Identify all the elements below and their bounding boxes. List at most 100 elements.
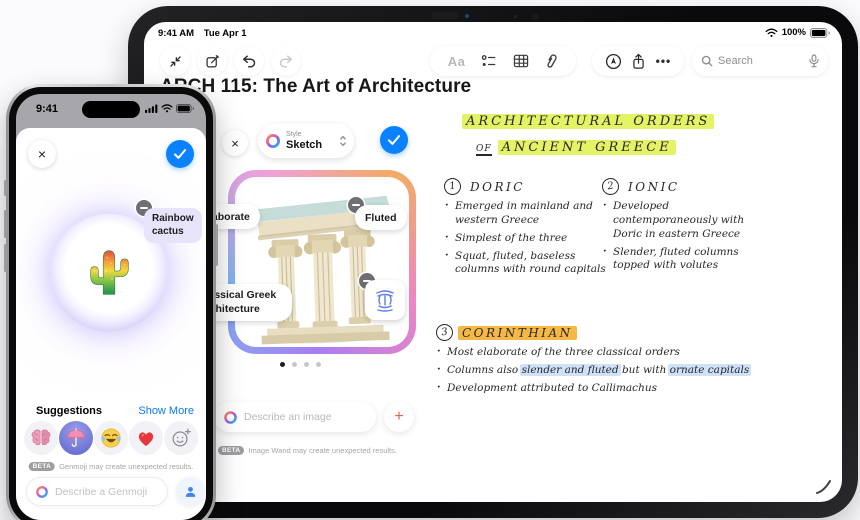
checklist-button[interactable]: [481, 54, 497, 68]
doric-number: 1: [442, 176, 463, 197]
image-wand-close-button[interactable]: ×: [222, 130, 248, 156]
redo-icon: [279, 55, 292, 68]
marketing-composite: 9:41 AM Tue Apr 1 100% Aa ••• Search ARC…: [0, 0, 860, 520]
battery-icon: [810, 27, 830, 38]
image-wand-placeholder: Describe an image: [244, 411, 332, 423]
column-sketch-icon: [376, 290, 394, 312]
ipad-sensor-dot-icon: [514, 15, 517, 18]
notes-toolbar-left: [160, 46, 301, 76]
notes-search-field[interactable]: Search: [692, 46, 828, 76]
apple-intelligence-icon: [266, 134, 280, 148]
dictation-mic-icon[interactable]: [809, 54, 819, 68]
genmoji-sheet: × Rainbow cactus Suggestions Show More B…: [16, 128, 206, 520]
share-button[interactable]: [631, 53, 646, 70]
iphone-bezel: 9:41 × Rainbow cactus Suggestions Show M…: [9, 87, 213, 520]
ionic-number: 2: [600, 176, 621, 197]
chevron-up-down-icon: [340, 135, 346, 147]
prompt-tag-fluted[interactable]: Fluted: [355, 205, 407, 230]
iphone-status-time: 9:41: [36, 103, 59, 115]
compose-note-button[interactable]: [197, 46, 227, 76]
suggestion-brain-emoji[interactable]: [24, 421, 58, 455]
image-wand-accept-button[interactable]: [380, 126, 408, 154]
action-button: [4, 180, 7, 196]
more-button[interactable]: •••: [656, 54, 672, 68]
heart-emoji-icon: [138, 432, 154, 447]
notes-section-corinthian: 3 CORINTHIAN Most elaborate of the three…: [434, 322, 766, 400]
doric-bullet: Simplest of the three: [444, 231, 606, 246]
volume-up-button: [4, 210, 7, 238]
corinthian-bullet: Most elaborate of the three classical or…: [436, 345, 766, 360]
search-placeholder: Search: [718, 55, 753, 67]
image-wand-input[interactable]: Describe an image: [214, 402, 376, 432]
volume-down-button: [4, 244, 7, 272]
wifi-icon: [161, 104, 173, 113]
genmoji-close-button[interactable]: ×: [28, 140, 56, 168]
wifi-icon: [765, 27, 778, 38]
beta-badge: BETA: [218, 446, 245, 455]
undo-button[interactable]: [234, 46, 264, 76]
style-picker[interactable]: Style Sketch: [258, 124, 354, 158]
generated-image-card[interactable]: [228, 170, 416, 354]
iphone-genmoji-screen: 9:41 × Rainbow cactus Suggestions Show M…: [16, 94, 206, 520]
table-icon: [513, 54, 528, 68]
ionic-title: IONIC: [628, 179, 680, 194]
corinthian-title: CORINTHIAN: [462, 325, 573, 340]
collapse-arrows-icon: [169, 55, 181, 67]
battery-icon: [176, 104, 194, 113]
suggestion-laughing-emoji[interactable]: [94, 421, 128, 455]
cellular-signal-icon: [145, 104, 158, 113]
variation-page-dots[interactable]: [280, 362, 321, 367]
style-label: Style: [286, 131, 302, 139]
brain-emoji-icon: [31, 429, 51, 446]
genmoji-accept-button[interactable]: [166, 140, 194, 168]
pencil-tools-button[interactable]: [605, 53, 622, 70]
iphone-device: 9:41 × Rainbow cactus Suggestions Show M…: [4, 84, 218, 520]
notes-tools-toolbar: •••: [592, 46, 684, 76]
people-genmoji-button[interactable]: [176, 477, 205, 506]
person-icon: [185, 486, 196, 497]
text-format-button[interactable]: Aa: [448, 54, 466, 69]
ionic-bullet: Developed contemporaneously with Doric i…: [602, 199, 774, 242]
image-wand-disclaimer: BETA Image Wand may create unexpected re…: [218, 446, 397, 455]
attachment-button[interactable]: [544, 53, 558, 69]
corinthian-bullet: Columns also slender and fluted but with…: [436, 363, 766, 378]
redo-button[interactable]: [271, 46, 301, 76]
suggestion-heart-emoji[interactable]: [129, 421, 163, 455]
sketch-reference-thumbnail[interactable]: [365, 280, 405, 320]
suggestion-emoji-row: [16, 421, 206, 455]
corinthian-bullet: Development attributed to Callimachus: [436, 381, 766, 396]
create-new-genmoji-button[interactable]: [164, 421, 198, 455]
add-reference-button[interactable]: +: [384, 402, 414, 432]
iphone-status-icons: [145, 104, 194, 113]
checkmark-icon: [173, 149, 187, 159]
laughing-emoji-icon: [101, 428, 121, 448]
collapse-toolbar-button[interactable]: [160, 46, 190, 76]
notes-section-ionic: 2 IONIC Developed contemporaneously with…: [600, 176, 774, 277]
share-icon: [633, 53, 644, 69]
dynamic-island: [82, 101, 140, 118]
generated-column-image: [235, 177, 409, 347]
ipad-camera-lens-icon: [532, 13, 539, 20]
checkmark-icon: [387, 135, 401, 145]
ipad-status-date: Tue Apr 1: [203, 28, 247, 39]
ipad-battery-percent: 100%: [781, 27, 806, 38]
ipad-camera-housing: [431, 12, 459, 19]
ipad-status-time: 9:41 AM: [158, 28, 195, 39]
doric-title: DORIC: [470, 179, 525, 194]
notes-heading-1: ARCHITECTURAL ORDERS: [466, 114, 711, 129]
table-button[interactable]: [513, 54, 529, 68]
doric-bullet: Squat, fluted, baseless columns with rou…: [444, 249, 606, 278]
genmoji-prompt-tag[interactable]: Rainbow cactus: [144, 208, 202, 243]
ipad-device: 9:41 AM Tue Apr 1 100% Aa ••• Search ARC…: [128, 6, 858, 518]
new-emoji-plus-icon: [172, 428, 191, 447]
suggestion-umbrella-emoji-selected[interactable]: [59, 421, 93, 455]
genmoji-input[interactable]: Describe a Genmoji: [26, 477, 168, 506]
search-icon: [701, 55, 713, 67]
close-icon: ×: [231, 135, 239, 151]
screen-corner-reflection: [816, 480, 831, 494]
umbrella-emoji-icon: [67, 428, 85, 447]
notes-format-toolbar: Aa: [430, 46, 576, 76]
rainbow-cactus-emoji: [90, 250, 129, 295]
show-more-link[interactable]: Show More: [138, 405, 194, 417]
beta-badge: BETA: [28, 462, 56, 471]
